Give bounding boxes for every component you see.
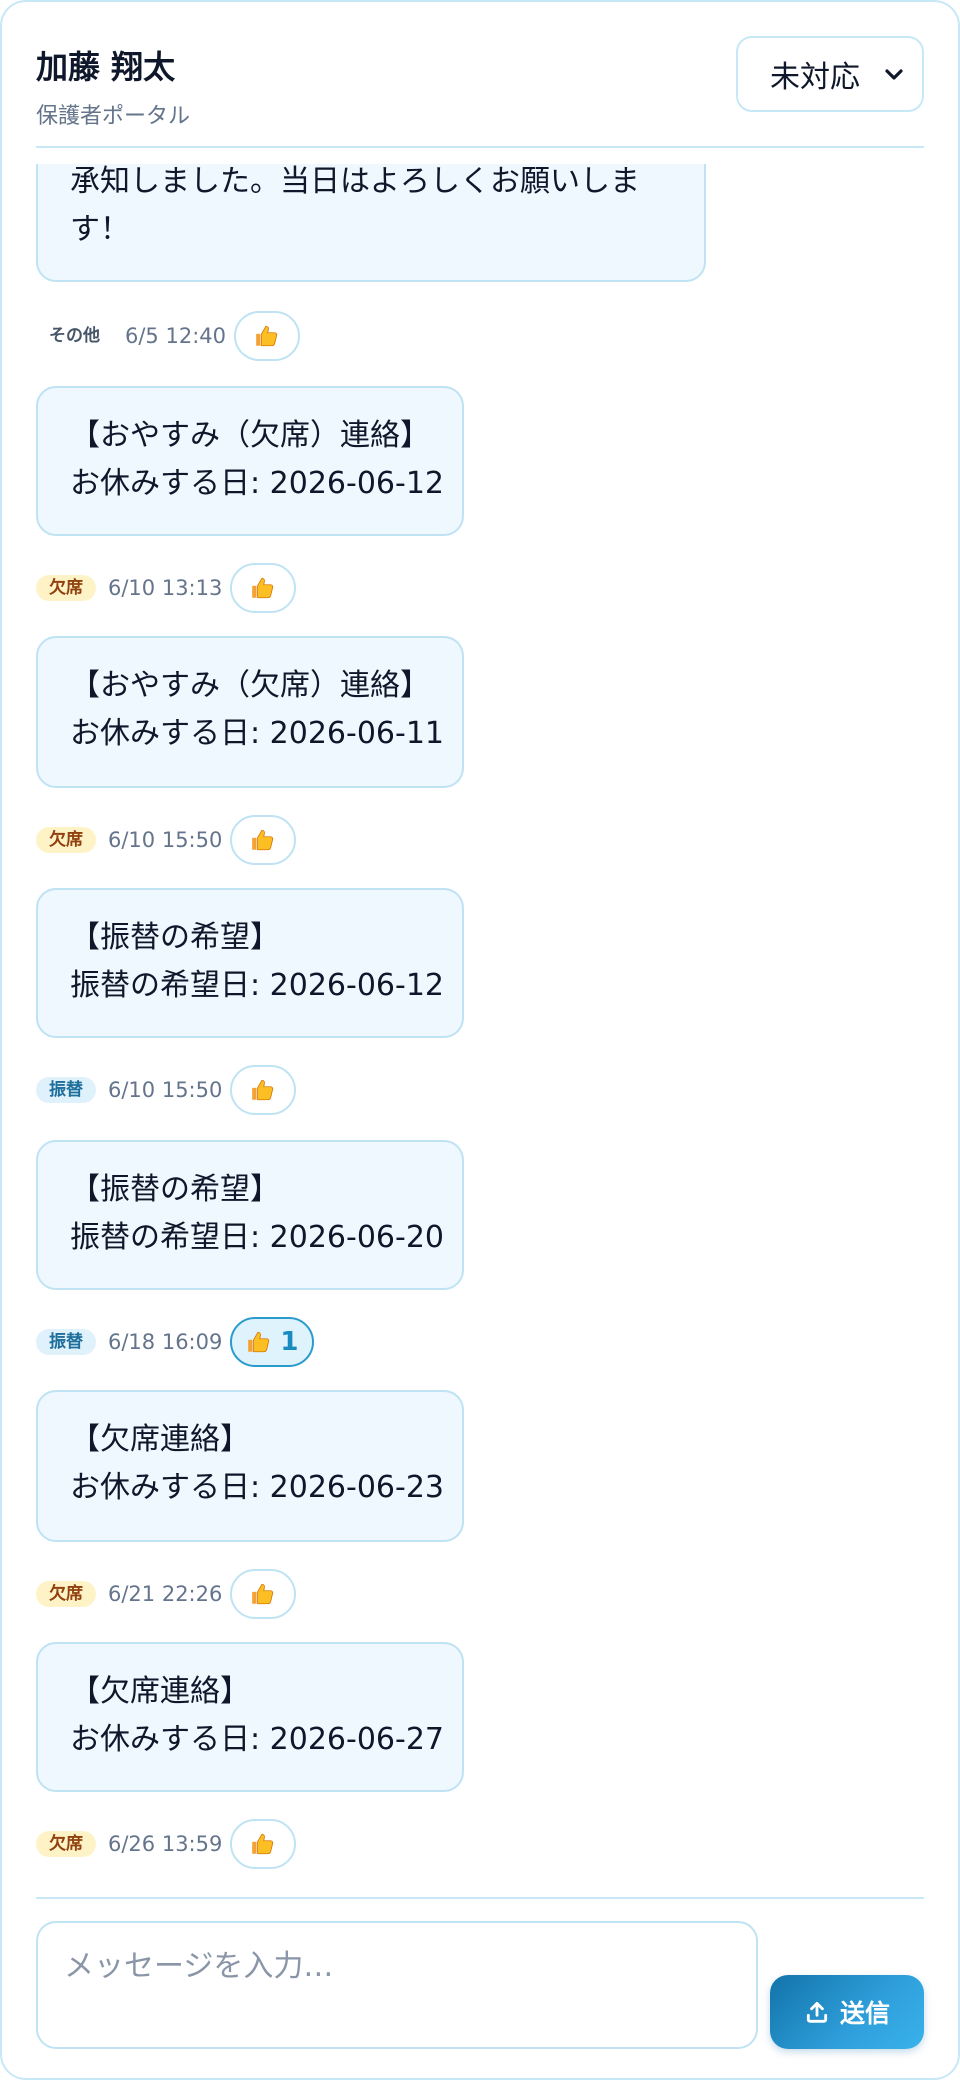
thumbs-up-icon (248, 1331, 270, 1353)
thumbs-up-icon (252, 1833, 274, 1855)
message-time: 6/5 12:40 (125, 324, 226, 348)
message-meta: 欠席 6/26 13:59 (36, 1818, 297, 1870)
reaction-button[interactable] (230, 1819, 297, 1869)
chat-panel: 加藤 翔太 保護者ポータル 未対応 承知しました。当日はよろしくお願いしま す！… (0, 0, 960, 2080)
message-text-line: 【おやすみ（欠席）連絡】 (70, 418, 430, 453)
message-text-line: 【振替の希望】 (70, 1172, 280, 1207)
message-time: 6/10 13:13 (108, 576, 223, 600)
message-composer: 送信 (36, 1897, 924, 2057)
thumbs-up-icon (252, 829, 274, 851)
message-tag: 欠席 (36, 827, 96, 853)
message-text-line: 振替の希望日: 2026-06-20 (70, 1220, 444, 1255)
message-bubble: 承知しました。当日はよろしくお願いしま す！ (36, 164, 706, 282)
reaction-button-active[interactable]: 1 (230, 1317, 315, 1367)
message-tag: その他 (49, 326, 100, 346)
thumbs-up-icon (256, 325, 278, 347)
message-bubble: 【振替の希望】 振替の希望日: 2026-06-20 (36, 1140, 464, 1290)
message-tag: 欠席 (36, 575, 96, 601)
message-text-line: 承知しました。当日はよろしくお願いしま (70, 164, 640, 199)
message-time: 6/26 13:59 (108, 1832, 223, 1856)
thumbs-up-icon (252, 577, 274, 599)
message-meta: 欠席 6/21 22:26 (36, 1568, 297, 1620)
message-bubble: 【欠席連絡】 お休みする日: 2026-06-23 (36, 1390, 464, 1542)
message-meta: 振替 6/10 15:50 (36, 1064, 297, 1116)
message-bubble: 【欠席連絡】 お休みする日: 2026-06-27 (36, 1642, 464, 1792)
message-tag: 振替 (36, 1329, 96, 1355)
message-list[interactable]: 承知しました。当日はよろしくお願いしま す！ その他 6/5 12:40 【おや… (36, 164, 924, 1896)
message-meta: 振替 6/18 16:09 1 (36, 1316, 315, 1368)
message-bubble: 【おやすみ（欠席）連絡】 お休みする日: 2026-06-12 (36, 386, 464, 536)
upload-icon (806, 2001, 828, 2023)
message-meta: その他 6/5 12:40 (36, 310, 300, 362)
message-meta: 欠席 6/10 15:50 (36, 814, 297, 866)
message-time: 6/21 22:26 (108, 1582, 223, 1606)
message-text-line: お休みする日: 2026-06-12 (70, 466, 444, 501)
reaction-button[interactable] (230, 815, 297, 865)
message-meta: 欠席 6/10 13:13 (36, 562, 297, 614)
message-text-line: 【欠席連絡】 (70, 1674, 250, 1709)
message-time: 6/10 15:50 (108, 1078, 223, 1102)
message-text-line: お休みする日: 2026-06-11 (70, 716, 444, 751)
page-title: 加藤 翔太 (36, 48, 176, 86)
page-subtitle: 保護者ポータル (36, 104, 191, 129)
message-bubble: 【おやすみ（欠席）連絡】 お休みする日: 2026-06-11 (36, 636, 464, 788)
thumbs-up-icon (252, 1079, 274, 1101)
message-tag: 欠席 (36, 1581, 96, 1607)
send-button[interactable]: 送信 (770, 1975, 924, 2049)
chevron-down-icon (885, 69, 903, 80)
thumbs-up-icon (252, 1583, 274, 1605)
message-text-line: お休みする日: 2026-06-23 (70, 1470, 444, 1505)
message-time: 6/18 16:09 (108, 1330, 223, 1354)
send-button-label: 送信 (839, 2000, 890, 2028)
message-text-line: 【欠席連絡】 (70, 1422, 250, 1457)
message-text-line: お休みする日: 2026-06-27 (70, 1722, 444, 1757)
reaction-button[interactable] (234, 311, 300, 361)
message-time: 6/10 15:50 (108, 828, 223, 852)
chat-header: 加藤 翔太 保護者ポータル 未対応 (36, 2, 924, 148)
reaction-button[interactable] (230, 1065, 297, 1115)
message-tag: 欠席 (36, 1831, 96, 1857)
message-input[interactable] (36, 1921, 758, 2049)
message-text-line: す！ (70, 212, 130, 247)
reaction-button[interactable] (230, 563, 297, 613)
status-select[interactable]: 未対応 (736, 36, 924, 112)
status-select-value: 未対応 (770, 60, 860, 95)
message-text-line: 【おやすみ（欠席）連絡】 (70, 668, 430, 703)
reaction-button[interactable] (230, 1569, 297, 1619)
reaction-count: 1 (280, 1327, 299, 1357)
message-text-line: 振替の希望日: 2026-06-12 (70, 968, 444, 1003)
message-tag: 振替 (36, 1077, 96, 1103)
message-bubble: 【振替の希望】 振替の希望日: 2026-06-12 (36, 888, 464, 1038)
message-text-line: 【振替の希望】 (70, 920, 280, 955)
